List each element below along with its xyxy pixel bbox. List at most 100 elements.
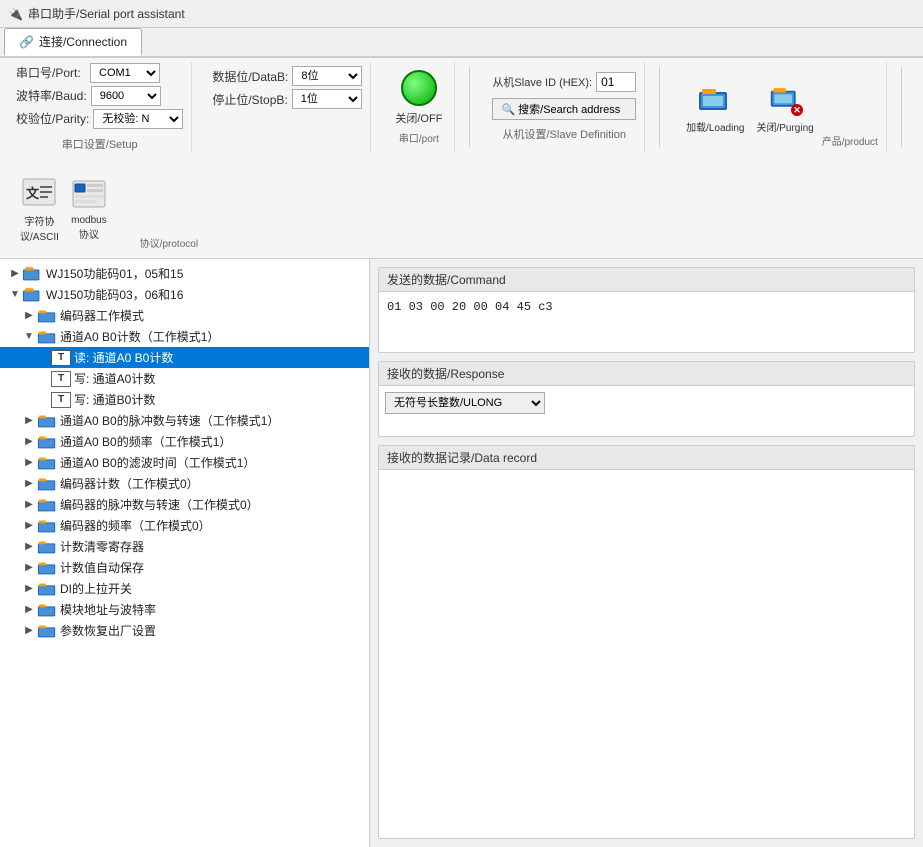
response-section-body: 无符号长整数/ULONG 有符号长整数/LONG 浮点数/FLOAT 十六进制/… [379,386,914,436]
list-item[interactable]: ▼ 通道A0 B0计数（工作模式1） [0,326,369,347]
list-item[interactable]: T 读: 通道A0 B0计数 [0,347,369,368]
response-format-row: 无符号长整数/ULONG 有符号长整数/LONG 浮点数/FLOAT 十六进制/… [385,392,908,414]
port-section-label: 串口/port [399,130,439,145]
list-item[interactable]: ▶ 编码器工作模式 [0,305,369,326]
baud-select[interactable]: 9600115200 [91,86,161,106]
main-content: ▶ WJ150功能码01，05和15 ▼ [0,259,923,847]
list-item[interactable]: ▶ 参数恢复出厂设置 [0,620,369,641]
divider-1 [469,67,470,147]
slave-id-label: 从机Slave ID (HEX): [492,74,592,90]
port-label: 串口号/Port: [16,64,86,81]
tab-connection[interactable]: 🔗 连接/Connection [4,28,142,56]
tree-item-label: 模块地址与波特率 [60,601,156,618]
toolbar: 串口号/Port: COM1COM2COM3 波特率/Baud: 9600115… [0,58,923,259]
open-close-label: 关闭/OFF [395,110,442,126]
tree-item-label: 写: 通道B0计数 [74,391,155,408]
loading-label: 加载/Loading [686,119,744,134]
list-item[interactable]: ▶ WJ150功能码01，05和15 [0,263,369,284]
protocol-label: 协议/protocol [115,235,223,250]
tree-item-label: 通道A0 B0的脉冲数与转速（工作模式1） [60,412,279,429]
expand-icon [36,393,50,407]
folder-stack-icon [23,266,43,282]
search-icon: 🔍 [501,103,515,116]
ascii-icon: 文 [21,175,57,211]
data-record-value [385,476,908,480]
port-settings-section: 串口号/Port: COM1COM2COM3 波特率/Baud: 9600115… [8,62,192,152]
data-record-section-body [379,470,914,550]
modbus-icon [71,177,107,213]
tree-item-label: 通道A0 B0计数（工作模式1） [60,328,219,345]
modbus-label: modbus协议 [71,215,107,241]
parity-select[interactable]: 无校验: N [93,109,183,129]
parity-row: 校验位/Parity: 无校验: N [16,109,183,129]
list-item[interactable]: ▶ 计数清零寄存器 [0,536,369,557]
port-select[interactable]: COM1COM2COM3 [90,63,160,83]
stopbit-select[interactable]: 1位2位 [292,89,362,109]
list-item[interactable]: ▶ 通道A0 B0的频率（工作模式1） [0,431,369,452]
loading-button[interactable]: 加载/Loading [682,77,748,138]
folder-icon [37,539,57,555]
tree-item-label: 计数清零寄存器 [60,538,144,555]
list-item[interactable]: ▼ WJ150功能码03，06和16 [0,284,369,305]
modbus-protocol-button[interactable]: modbus协议 [67,173,111,245]
expand-icon: ▶ [22,561,36,575]
list-item[interactable]: ▶ 编码器的频率（工作模式0） [0,515,369,536]
list-item[interactable]: ▶ 模块地址与波特率 [0,599,369,620]
tree-item-label: 通道A0 B0的滤波时间（工作模式1） [60,454,255,471]
tree-item-label: 计数值自动保存 [60,559,144,576]
folder-icon [37,623,57,639]
product-section: 加载/Loading ✕ 关闭/Purging 产品/product [674,62,887,152]
svg-text:文: 文 [26,186,40,202]
slave-id-input[interactable] [596,72,636,92]
expand-icon [36,351,50,365]
search-address-button[interactable]: 🔍 搜索/Search address [492,98,636,120]
expand-icon: ▶ [8,267,22,281]
folder-icon [37,455,57,471]
setup-label: 串口设置/Setup [16,132,183,152]
t-icon: T [51,350,71,366]
slave-section: 从机Slave ID (HEX): 🔍 搜索/Search address 从机… [484,62,645,152]
tree-panel: ▶ WJ150功能码01，05和15 ▼ [0,259,370,847]
list-item[interactable]: ▶ 编码器计数（工作模式0） [0,473,369,494]
list-item[interactable]: ▶ 通道A0 B0的滤波时间（工作模式1） [0,452,369,473]
databit-label: 数据位/DataB: [212,68,288,85]
command-section: 发送的数据/Command 01 03 00 20 00 04 45 c3 [378,267,915,353]
expand-icon: ▶ [22,519,36,533]
list-item[interactable]: ▶ 编码器的脉冲数与转速（工作模式0） [0,494,369,515]
tree-item-label: 编码器计数（工作模式0） [60,475,199,492]
tab-connection-icon: 🔗 [19,35,34,49]
databit-section: 数据位/DataB: 8位7位 停止位/StopB: 1位2位 [204,62,371,152]
folder-icon [37,434,57,450]
response-format-select[interactable]: 无符号长整数/ULONG 有符号长整数/LONG 浮点数/FLOAT 十六进制/… [385,392,545,414]
stopbit-label: 停止位/StopB: [212,91,287,108]
protocol-section: 文 字符协议/ASCII [8,164,231,254]
right-panel: 发送的数据/Command 01 03 00 20 00 04 45 c3 接收… [370,259,923,847]
expand-icon: ▶ [22,582,36,596]
stopbit-row: 停止位/StopB: 1位2位 [212,89,362,109]
tree-item-label: 编码器工作模式 [60,307,144,324]
purging-button[interactable]: ✕ 关闭/Purging [752,77,817,138]
list-item[interactable]: ▶ 通道A0 B0的脉冲数与转速（工作模式1） [0,410,369,431]
databit-select[interactable]: 8位7位 [292,66,362,86]
list-item[interactable]: ▶ 计数值自动保存 [0,557,369,578]
port-status-indicator [401,70,437,106]
command-text: 01 03 00 20 00 04 45 c3 [385,298,908,316]
tree-item-label: 参数恢复出厂设置 [60,622,156,639]
list-item[interactable]: T 写: 通道A0计数 [0,368,369,389]
loading-icon [697,81,733,117]
response-value [385,418,908,422]
list-item[interactable]: ▶ DI的上拉开关 [0,578,369,599]
databit-row: 数据位/DataB: 8位7位 [212,66,362,86]
response-section-header: 接收的数据/Response [379,362,914,386]
parity-label: 校验位/Parity: [16,110,89,127]
port-open-section: 关闭/OFF 串口/port [383,62,455,152]
ascii-protocol-button[interactable]: 文 字符协议/ASCII [16,171,63,247]
t-icon: T [51,371,71,387]
app-title: 串口助手/Serial port assistant [28,5,185,22]
folder-icon [37,308,57,324]
product-label: 产品/product [822,133,878,148]
folder-icon [37,413,57,429]
tree-item-label: 读: 通道A0 B0计数 [74,349,173,366]
list-item[interactable]: T 写: 通道B0计数 [0,389,369,410]
command-section-body: 01 03 00 20 00 04 45 c3 [379,292,914,352]
